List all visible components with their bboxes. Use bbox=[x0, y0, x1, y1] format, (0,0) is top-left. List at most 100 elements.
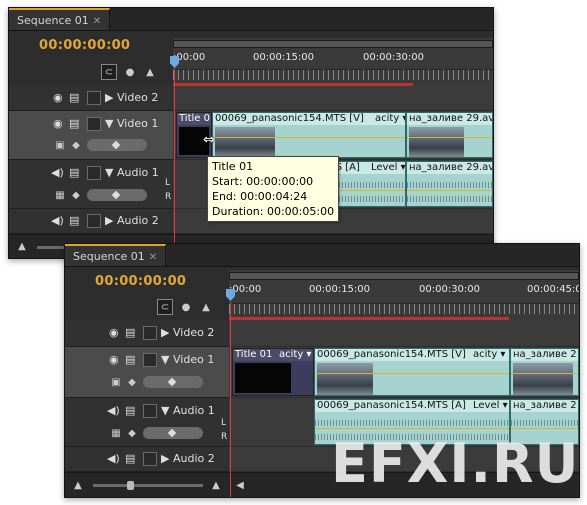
collapse-triangle-icon[interactable]: ▼ bbox=[105, 117, 113, 130]
eye-icon[interactable]: ◉ bbox=[109, 326, 119, 339]
zoom-out-mountain-icon[interactable]: ▲ bbox=[71, 478, 85, 492]
track-lock-toggle[interactable] bbox=[87, 117, 101, 131]
close-icon[interactable]: ✕ bbox=[149, 252, 157, 263]
marker-icon[interactable]: ● bbox=[123, 65, 137, 79]
film-icon[interactable]: ▤ bbox=[125, 353, 135, 366]
panel-tab-bar: Sequence 01 ✕ bbox=[9, 8, 493, 31]
collapse-triangle-icon[interactable]: ▼ bbox=[105, 166, 113, 179]
opacity-line[interactable] bbox=[511, 373, 578, 374]
time-ruler[interactable]: :00:00 00:00:15:00 00:00:30:00 bbox=[173, 38, 493, 87]
keyframe-diamond-icon[interactable] bbox=[111, 140, 121, 150]
zoom-in-mountain-icon[interactable]: ▲ bbox=[209, 478, 223, 492]
speaker-icon[interactable]: ◀) bbox=[51, 166, 64, 179]
display-style-icon[interactable]: ▣ bbox=[109, 375, 123, 389]
waveform-display-icon[interactable]: ▦ bbox=[109, 426, 123, 440]
expand-triangle-icon[interactable]: ▶ bbox=[105, 91, 113, 104]
keyframe-icon[interactable]: ◆ bbox=[69, 138, 83, 152]
track-lock-toggle[interactable] bbox=[143, 452, 157, 466]
sequence-tab[interactable]: Sequence 01 ✕ bbox=[9, 8, 111, 30]
lane-video2[interactable] bbox=[173, 86, 493, 110]
track-lock-toggle[interactable] bbox=[87, 214, 101, 228]
volume-line[interactable] bbox=[407, 190, 492, 191]
marker-icon[interactable]: ● bbox=[179, 300, 193, 314]
clip-name: 00069_panasonic154.MTS [V] acity ▾ bbox=[213, 113, 405, 125]
volume-line[interactable] bbox=[315, 428, 509, 429]
speaker-icon[interactable]: ◀) bbox=[107, 404, 120, 417]
sync-icon[interactable]: ▤ bbox=[69, 166, 79, 179]
keyframe-diamond-icon[interactable] bbox=[167, 377, 177, 387]
video-clip-2[interactable]: на_заливе 2 bbox=[510, 348, 579, 396]
volume-line[interactable] bbox=[511, 428, 578, 429]
track-lock-toggle[interactable] bbox=[143, 353, 157, 367]
track-lock-toggle[interactable] bbox=[143, 404, 157, 418]
opacity-line[interactable] bbox=[407, 137, 492, 138]
clip-name-text: Title 01 bbox=[235, 349, 273, 360]
eye-icon[interactable]: ◉ bbox=[53, 91, 63, 104]
display-style-icon[interactable]: ▣ bbox=[53, 138, 67, 152]
current-timecode[interactable]: 00:00:00:00 bbox=[95, 274, 186, 289]
time-ruler[interactable]: :00:00 00:00:15:00 00:00:30:00 00:00:45:… bbox=[229, 270, 579, 321]
snap-icon[interactable]: ⊂ bbox=[157, 299, 173, 315]
keyframe-diamond-icon[interactable] bbox=[111, 190, 121, 200]
effect-dropdown-label: acity bbox=[375, 113, 400, 124]
film-icon[interactable]: ▤ bbox=[125, 326, 135, 339]
audio-clip-2[interactable]: на_заливе 29.avi bbox=[406, 161, 493, 207]
timeline-tools: ⊂ ● ▲ bbox=[157, 299, 213, 315]
set-marker-icon[interactable]: ▲ bbox=[199, 300, 213, 314]
effect-dropdown[interactable]: acity ▾ bbox=[277, 349, 313, 361]
keyframe-icon[interactable]: ◆ bbox=[69, 188, 83, 202]
keyframe-icon[interactable]: ◆ bbox=[125, 426, 139, 440]
track-lock-toggle[interactable] bbox=[143, 326, 157, 340]
effect-dropdown[interactable]: Level ▾ bbox=[369, 162, 405, 174]
effect-dropdown[interactable]: acity ▾ bbox=[373, 113, 405, 125]
playhead-line[interactable] bbox=[230, 302, 231, 497]
track-header-audio1: ◀) ▤ ▼ Audio 1 L R ▦ ◆ bbox=[65, 398, 229, 447]
snap-icon[interactable]: ⊂ bbox=[101, 64, 117, 80]
zoom-slider[interactable] bbox=[93, 484, 203, 487]
zoom-slider-knob[interactable] bbox=[127, 481, 134, 490]
sequence-tab[interactable]: Sequence 01 ✕ bbox=[65, 244, 167, 266]
keyframe-navigator[interactable] bbox=[87, 139, 147, 151]
expand-triangle-icon[interactable]: ▶ bbox=[161, 326, 169, 339]
film-icon[interactable]: ▤ bbox=[69, 91, 79, 104]
current-timecode[interactable]: 00:00:00:00 bbox=[39, 38, 130, 53]
opacity-line[interactable] bbox=[315, 373, 509, 374]
close-icon[interactable]: ✕ bbox=[93, 16, 101, 27]
keyframe-icon[interactable]: ◆ bbox=[125, 375, 139, 389]
collapse-triangle-icon[interactable]: ▼ bbox=[161, 404, 169, 417]
opacity-line[interactable] bbox=[213, 137, 405, 138]
keyframe-diamond-icon[interactable] bbox=[167, 428, 177, 438]
speaker-icon[interactable]: ◀) bbox=[107, 452, 120, 465]
collapse-triangle-icon[interactable]: ▼ bbox=[161, 353, 169, 366]
expand-triangle-icon[interactable]: ▶ bbox=[105, 214, 113, 227]
effect-dropdown[interactable]: acity ▾ bbox=[471, 349, 508, 361]
keyframe-navigator[interactable] bbox=[143, 427, 203, 439]
video-clip[interactable]: 00069_panasonic154.MTS [V] acity ▾ bbox=[212, 112, 406, 158]
eye-icon[interactable]: ◉ bbox=[109, 353, 119, 366]
zoom-out-mountain-icon[interactable]: ▲ bbox=[15, 239, 29, 253]
sync-icon[interactable]: ▤ bbox=[125, 404, 135, 417]
title-clip[interactable]: Title 01 acity ▾ bbox=[232, 348, 314, 396]
track-lock-toggle[interactable] bbox=[87, 91, 101, 105]
eye-icon[interactable]: ◉ bbox=[53, 117, 63, 130]
track-lock-toggle[interactable] bbox=[87, 166, 101, 180]
video-clip-2[interactable]: на_заливе 29.avi bbox=[406, 112, 493, 158]
expand-triangle-icon[interactable]: ▶ bbox=[161, 452, 169, 465]
keyframe-navigator[interactable] bbox=[87, 189, 147, 201]
playhead-line[interactable] bbox=[174, 68, 175, 258]
sync-icon[interactable]: ▤ bbox=[69, 214, 79, 227]
trim-cursor-icon: ⇔ bbox=[203, 132, 215, 148]
set-marker-icon[interactable]: ▲ bbox=[143, 65, 157, 79]
video-clip[interactable]: 00069_panasonic154.MTS [V] acity ▾ bbox=[314, 348, 510, 396]
zoom-scroll-bar[interactable] bbox=[229, 272, 579, 280]
waveform-display-icon[interactable]: ▦ bbox=[53, 188, 67, 202]
zoom-scroll-bar[interactable] bbox=[173, 40, 493, 48]
lane-video2[interactable] bbox=[229, 320, 579, 346]
scroll-left-icon[interactable]: ◀ bbox=[233, 478, 247, 492]
speaker-icon[interactable]: ◀) bbox=[51, 214, 64, 227]
film-icon[interactable]: ▤ bbox=[69, 117, 79, 130]
keyframe-navigator[interactable] bbox=[143, 376, 203, 388]
track-header-audio2: ◀) ▤ ▶ Audio 2 bbox=[65, 447, 229, 472]
effect-dropdown[interactable]: Level ▾ bbox=[471, 400, 509, 412]
sync-icon[interactable]: ▤ bbox=[125, 452, 135, 465]
